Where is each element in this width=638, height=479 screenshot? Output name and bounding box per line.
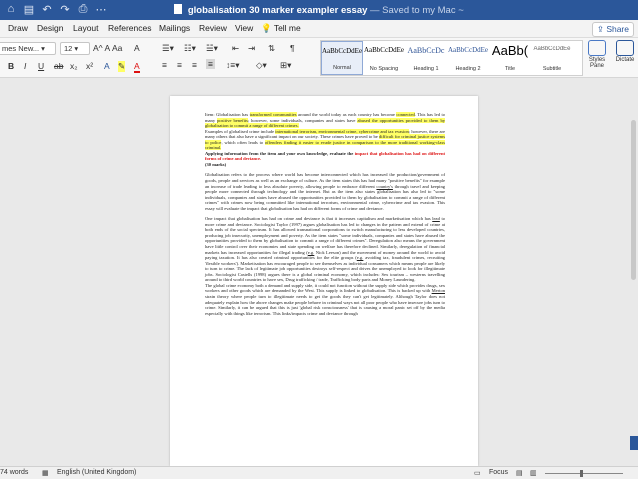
tab-layout[interactable]: Layout bbox=[73, 23, 99, 33]
shading-icon[interactable]: ◇▾ bbox=[256, 60, 267, 71]
document-body[interactable]: Item: Globalisation has transformed comm… bbox=[205, 112, 446, 321]
highlight-icon[interactable]: ✎ bbox=[118, 61, 126, 72]
line-spacing-icon[interactable]: ↕≡▾ bbox=[226, 60, 239, 71]
status-bar: 74 words ▦ English (United Kingdom) ▭ Fo… bbox=[0, 466, 638, 479]
numbering-icon[interactable]: ☷▾ bbox=[184, 43, 196, 54]
save-status[interactable]: — Saved to my Mac ~ bbox=[370, 5, 464, 16]
align-right-icon[interactable]: ≡ bbox=[192, 60, 197, 70]
style-heading-1[interactable]: AaBbCcDc Heading 1 bbox=[405, 41, 447, 75]
underline-button[interactable]: U bbox=[38, 61, 44, 71]
tab-draw[interactable]: Draw bbox=[8, 23, 28, 33]
side-panel-tab[interactable] bbox=[630, 436, 638, 450]
lightbulb-icon: 💡 bbox=[261, 23, 272, 33]
tab-references[interactable]: References bbox=[108, 23, 151, 33]
print-layout-icon[interactable]: ▤ bbox=[516, 469, 523, 477]
tab-mailings[interactable]: Mailings bbox=[159, 23, 190, 33]
tab-design[interactable]: Design bbox=[37, 23, 63, 33]
paragraph-intro: Globalisation refers to the process wher… bbox=[205, 172, 445, 211]
style-no-spacing[interactable]: AaBbCcDdEe No Spacing bbox=[363, 41, 405, 75]
font-color-icon[interactable]: A bbox=[134, 61, 140, 73]
increase-indent-icon[interactable]: ⇥ bbox=[248, 43, 255, 54]
align-center-icon[interactable]: ≡ bbox=[177, 60, 182, 70]
change-case-button[interactable]: Aa bbox=[112, 43, 122, 53]
subscript-button[interactable]: x₂ bbox=[70, 61, 78, 71]
style-title[interactable]: AaBb( Title bbox=[489, 41, 531, 75]
vertical-scrollbar[interactable] bbox=[631, 120, 636, 280]
multilevel-list-icon[interactable]: ☱▾ bbox=[206, 43, 218, 54]
bullets-icon[interactable]: ☰▾ bbox=[162, 43, 174, 54]
superscript-button[interactable]: x² bbox=[86, 61, 93, 71]
style-normal[interactable]: AaBbCcDdEe Normal bbox=[321, 41, 363, 75]
borders-icon[interactable]: ⊞▾ bbox=[280, 60, 291, 71]
strikethrough-button[interactable]: ab bbox=[54, 61, 63, 71]
language-indicator[interactable]: English (United Kingdom) bbox=[57, 469, 136, 476]
item-paragraph: Item: Globalisation has transformed comm… bbox=[205, 112, 446, 167]
tell-me[interactable]: 💡 Tell me bbox=[261, 23, 301, 34]
styles-gallery: AaBbCcDdEe Normal AaBbCcDdEe No Spacing … bbox=[320, 40, 583, 76]
italic-button[interactable]: I bbox=[24, 61, 26, 71]
title-bar: ⌂ ▤ ↶ ↷ ⎙ ⋯ globalisation 30 marker exam… bbox=[0, 0, 638, 20]
document-page[interactable]: Item: Globalisation has transformed comm… bbox=[170, 96, 478, 466]
microphone-icon bbox=[616, 40, 634, 56]
zoom-slider-knob[interactable] bbox=[580, 470, 583, 477]
font-size-dropdown[interactable]: 12 ▾ bbox=[60, 42, 90, 55]
tab-review[interactable]: Review bbox=[199, 23, 227, 33]
paragraph-two: One impact that globalisation has had on… bbox=[205, 216, 445, 316]
focus-button[interactable]: Focus bbox=[489, 469, 508, 476]
style-heading-2[interactable]: AaBbCcDdEe Heading 2 bbox=[447, 41, 489, 75]
share-button[interactable]: ⇪ Share bbox=[591, 22, 634, 37]
font-name-dropdown[interactable]: mes New... ▾ bbox=[0, 42, 56, 55]
sort-icon[interactable]: ⇅ bbox=[268, 43, 275, 54]
share-icon: ⇪ bbox=[596, 24, 604, 34]
styles-pane-button[interactable]: Styles Pane bbox=[585, 40, 609, 69]
word-count[interactable]: 74 words bbox=[0, 469, 28, 476]
clear-formatting-icon[interactable]: A bbox=[134, 43, 140, 53]
style-subtitle[interactable]: AaBbCcDdEe Subtitle bbox=[531, 41, 573, 75]
decrease-indent-icon[interactable]: ⇤ bbox=[232, 43, 239, 54]
focus-icon[interactable]: ▭ bbox=[474, 469, 481, 477]
show-formatting-icon[interactable]: ¶ bbox=[290, 43, 295, 53]
bold-button[interactable]: B bbox=[8, 61, 14, 71]
dictate-button[interactable]: Dictate bbox=[612, 40, 638, 63]
window-title: globalisation 30 marker exampler essay —… bbox=[0, 4, 638, 16]
text-effects-icon[interactable]: A bbox=[104, 61, 110, 71]
justify-icon[interactable]: ≡ bbox=[206, 59, 215, 69]
ribbon-tabs: Draw Design Layout References Mailings R… bbox=[0, 20, 638, 38]
proofing-icon[interactable]: ▦ bbox=[42, 469, 49, 477]
align-left-icon[interactable]: ≡ bbox=[162, 60, 167, 70]
zoom-slider[interactable] bbox=[545, 473, 623, 474]
grow-shrink-font[interactable]: A^ A bbox=[93, 43, 110, 53]
document-icon bbox=[174, 4, 183, 14]
web-layout-icon[interactable]: ▥ bbox=[530, 469, 537, 477]
styles-pane-icon bbox=[588, 40, 606, 56]
tab-view[interactable]: View bbox=[235, 23, 253, 33]
